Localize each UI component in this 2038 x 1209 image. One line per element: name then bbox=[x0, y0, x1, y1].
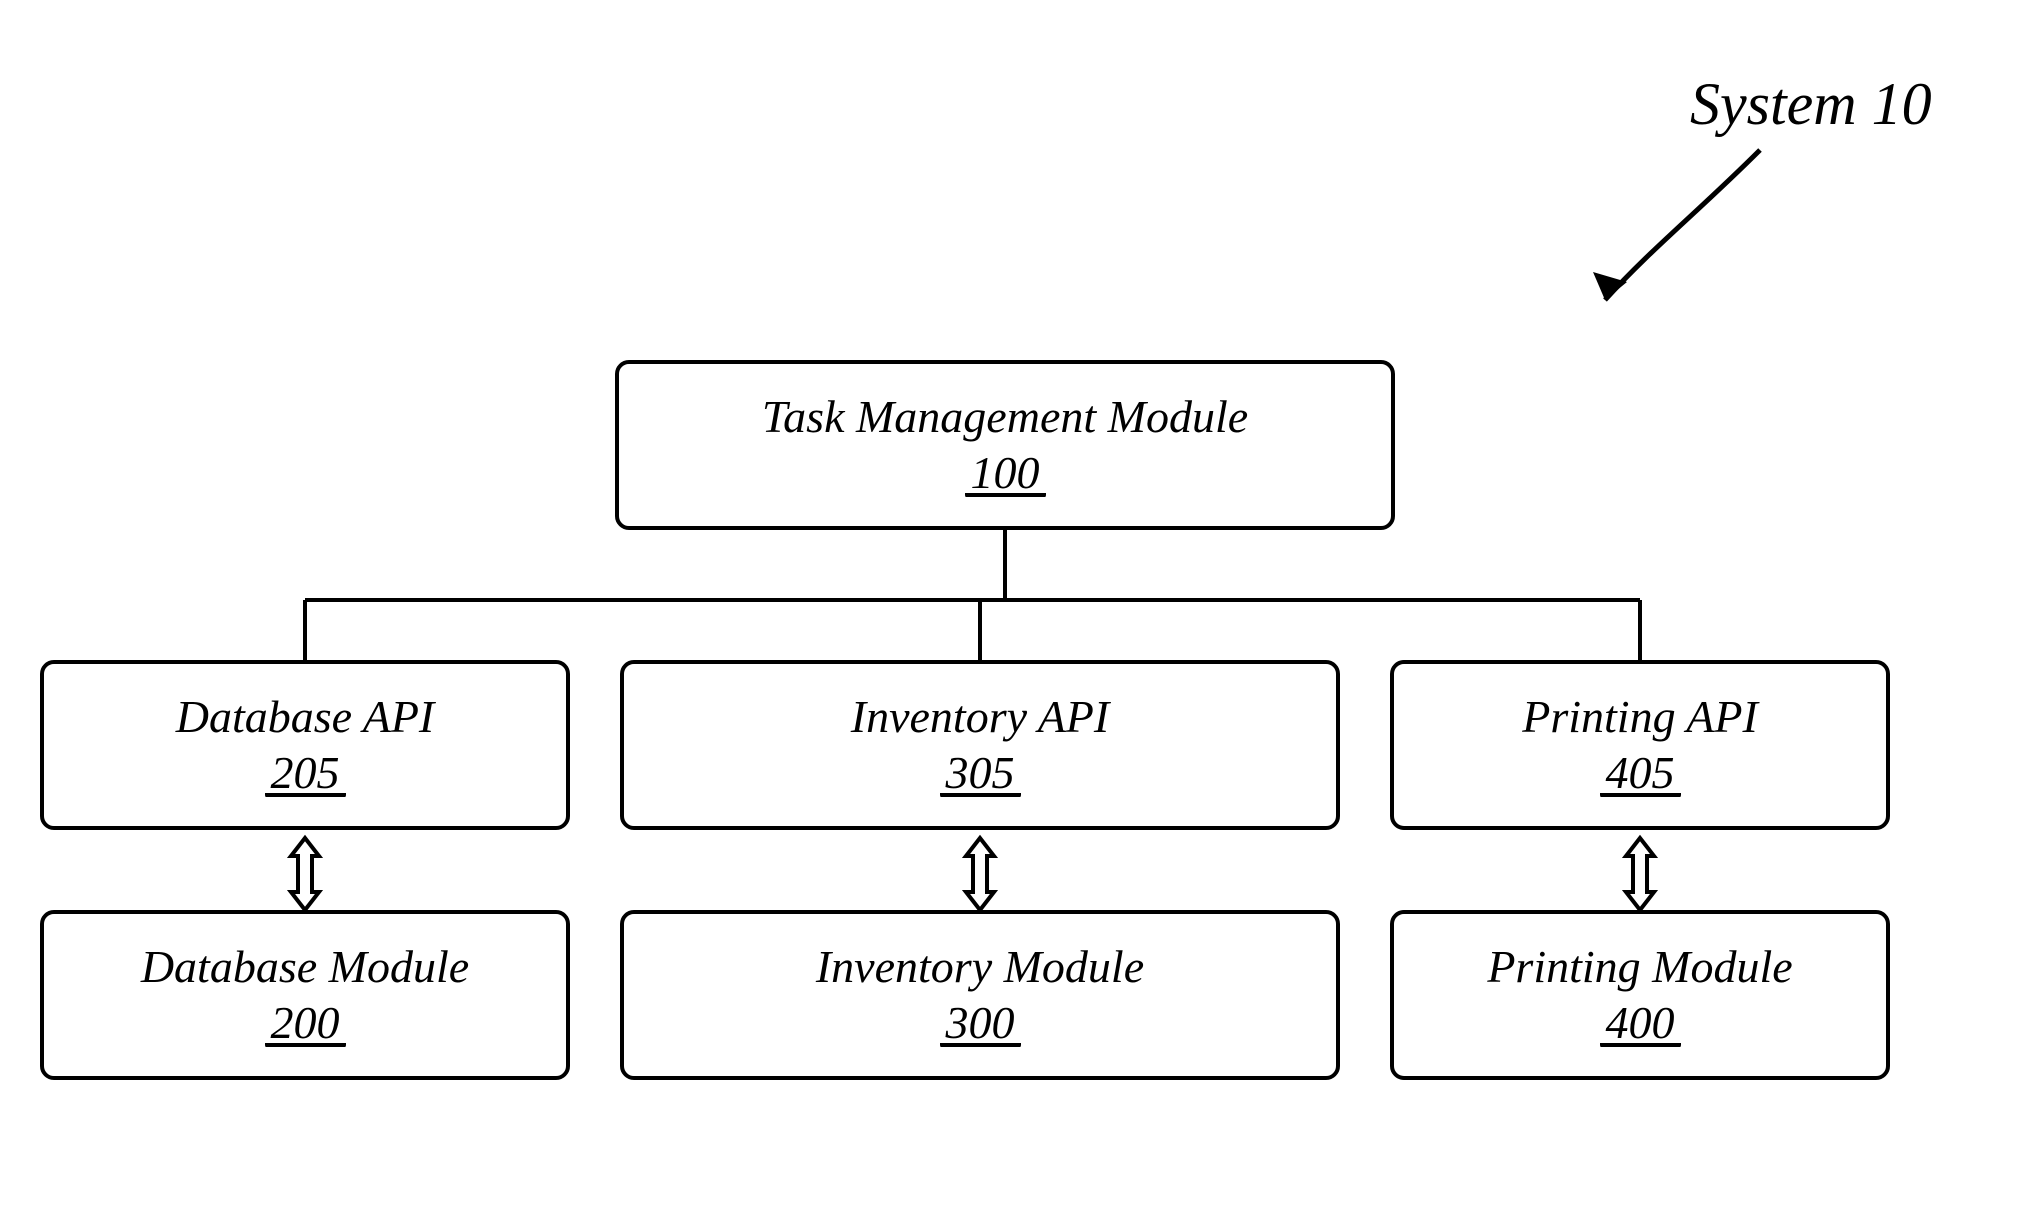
pointer-arrow-icon bbox=[1593, 150, 1760, 300]
system-label: System 10 bbox=[1690, 70, 1932, 139]
box-number: 100 bbox=[971, 449, 1040, 497]
diagram-canvas: System 10 Task Management Module 100 Dat… bbox=[0, 0, 2038, 1209]
box-number: 305 bbox=[946, 749, 1015, 797]
box-title: Printing API bbox=[1522, 693, 1758, 741]
box-inventory-api: Inventory API 305 bbox=[620, 660, 1340, 830]
box-number: 300 bbox=[946, 999, 1015, 1047]
box-number: 200 bbox=[271, 999, 340, 1047]
box-database-api: Database API 205 bbox=[40, 660, 570, 830]
box-inventory-module: Inventory Module 300 bbox=[620, 910, 1340, 1080]
box-task-management: Task Management Module 100 bbox=[615, 360, 1395, 530]
double-arrow-icon bbox=[291, 838, 1654, 910]
box-printing-module: Printing Module 400 bbox=[1390, 910, 1890, 1080]
box-title: Inventory Module bbox=[816, 943, 1144, 991]
box-title: Inventory API bbox=[851, 693, 1109, 741]
box-title: Database API bbox=[176, 693, 435, 741]
tree-connector bbox=[305, 530, 1640, 660]
box-number: 205 bbox=[271, 749, 340, 797]
box-title: Task Management Module bbox=[762, 393, 1248, 441]
box-title: Database Module bbox=[141, 943, 469, 991]
box-database-module: Database Module 200 bbox=[40, 910, 570, 1080]
box-number: 405 bbox=[1606, 749, 1675, 797]
box-title: Printing Module bbox=[1487, 943, 1792, 991]
box-number: 400 bbox=[1606, 999, 1675, 1047]
box-printing-api: Printing API 405 bbox=[1390, 660, 1890, 830]
